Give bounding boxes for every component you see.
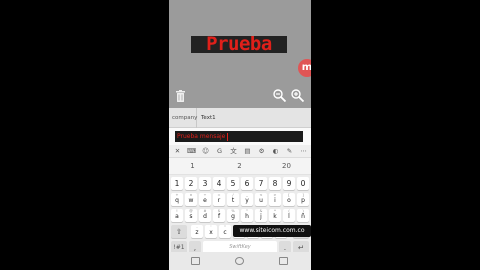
key-ñ[interactable]: ) ñ [297, 209, 309, 222]
key-6[interactable]: 6 [241, 177, 253, 190]
letter-row-2: ! a @ s # d $ f% g ^ h & j * k(l) ñ [169, 209, 311, 223]
trash-icon[interactable] [176, 90, 185, 102]
emoji-icon[interactable]: ☺ [200, 146, 211, 157]
key-j[interactable]: & j [255, 209, 267, 222]
nav-home-icon[interactable] [235, 257, 244, 265]
key-5[interactable]: 5 [227, 177, 239, 190]
key-7[interactable]: 7 [255, 177, 267, 190]
key-hint: ' [210, 225, 212, 229]
led-display-panel: Prueba [191, 33, 287, 55]
more-icon[interactable]: ⋯ [298, 146, 309, 157]
key-r[interactable]: = r [213, 193, 225, 206]
app-badge-icon[interactable]: m [298, 59, 311, 77]
key-8[interactable]: 8 [269, 177, 281, 190]
key-hint: # [203, 209, 207, 213]
key-hint: < [259, 193, 263, 197]
suggestion-3[interactable]: 20 [263, 158, 310, 175]
key-w[interactable]: × w [185, 193, 197, 206]
key-hint: ÷ [203, 193, 207, 197]
key-l[interactable]: (l [283, 209, 295, 222]
gif-icon[interactable]: G [214, 146, 225, 157]
key-a[interactable]: ! a [171, 209, 183, 222]
key-0[interactable]: 0 [297, 177, 309, 190]
number-row: 1234567890 [169, 177, 311, 191]
text-caret [227, 132, 229, 141]
key-1[interactable]: 1 [171, 177, 183, 190]
key-z[interactable]: -z [191, 225, 203, 238]
nav-back-icon[interactable] [279, 257, 288, 265]
key-hint: > [273, 193, 277, 197]
key-hint: = [217, 193, 221, 197]
key-u[interactable]: < u [255, 193, 267, 206]
key-hint: × [189, 193, 193, 197]
key-hint: & [259, 209, 263, 213]
key-hint: * [274, 209, 276, 213]
clipboard-icon[interactable]: ▤ [242, 146, 253, 157]
key-d[interactable]: # d [199, 209, 211, 222]
key-3[interactable]: 3 [199, 177, 211, 190]
key-hint: % [231, 209, 235, 213]
key-p[interactable]: ] p [297, 193, 309, 206]
letter-row-1: + q × w ÷ e = r / t _ y < u > i[o] p [169, 193, 311, 207]
text-tabs: company Text1 [169, 108, 311, 128]
message-input-value: Prueba mensaje [177, 133, 226, 140]
key-x[interactable]: ' x [205, 225, 217, 238]
zoom-out-icon[interactable] [273, 89, 286, 102]
key-2[interactable]: 2 [185, 177, 197, 190]
suggestion-1[interactable]: 1 [169, 158, 216, 175]
key-hint: ( [288, 209, 290, 213]
key-hint: + [175, 193, 179, 197]
input-row: Prueba mensaje [169, 128, 311, 145]
shift-key[interactable]: ⇧ [171, 225, 187, 238]
key-q[interactable]: + q [171, 193, 183, 206]
key-c[interactable]: " c [219, 225, 231, 238]
key-hint: - [196, 225, 198, 229]
settings-icon[interactable]: ⚙ [256, 146, 267, 157]
key-hint: ) [302, 209, 304, 213]
key-hint: $ [217, 209, 221, 213]
suggestion-bar: 1 2 20 [169, 158, 311, 175]
key-s[interactable]: @ s [185, 209, 197, 222]
key-hint: ! [176, 209, 178, 213]
key-y[interactable]: _ y [241, 193, 253, 206]
watermark-label: www.siteicom.com.co [233, 225, 311, 237]
key-hint: / [232, 193, 234, 197]
key-g[interactable]: % g [227, 209, 239, 222]
zoom-in-icon[interactable] [291, 89, 304, 102]
close-icon[interactable]: ✕ [172, 146, 183, 157]
key-hint: ^ [245, 209, 249, 213]
nav-recents-icon[interactable] [191, 257, 200, 265]
tab-text1[interactable]: Text1 [198, 108, 238, 128]
key-o[interactable]: [o [283, 193, 295, 206]
key-k[interactable]: * k [269, 209, 281, 222]
key-hint: @ [189, 209, 193, 213]
navigation-bar [169, 252, 311, 270]
key-hint: _ [246, 193, 248, 197]
key-hint: " [224, 225, 226, 229]
keyboard-toolbar: ✕ ⌨ ☺ G 文 ▤ ⚙ ◐ ✎ ⋯ [169, 145, 311, 158]
translate-icon[interactable]: 文 [228, 146, 239, 157]
key-hint: ] [302, 193, 304, 197]
palette-icon[interactable]: ◐ [270, 146, 281, 157]
led-preview-area: Prueba m [169, 0, 311, 108]
key-9[interactable]: 9 [283, 177, 295, 190]
suggestion-2[interactable]: 2 [216, 158, 263, 175]
mic-icon[interactable]: ✎ [284, 146, 295, 157]
key-t[interactable]: / t [227, 193, 239, 206]
key-hint: [ [288, 193, 290, 197]
keyboard-icon[interactable]: ⌨ [186, 146, 197, 157]
key-4[interactable]: 4 [213, 177, 225, 190]
led-text: Prueba [206, 33, 272, 55]
key-e[interactable]: ÷ e [199, 193, 211, 206]
key-h[interactable]: ^ h [241, 209, 253, 222]
tab-company[interactable]: company [169, 108, 197, 128]
message-input[interactable]: Prueba mensaje [175, 131, 303, 142]
key-f[interactable]: $ f [213, 209, 225, 222]
key-i[interactable]: > i [269, 193, 281, 206]
